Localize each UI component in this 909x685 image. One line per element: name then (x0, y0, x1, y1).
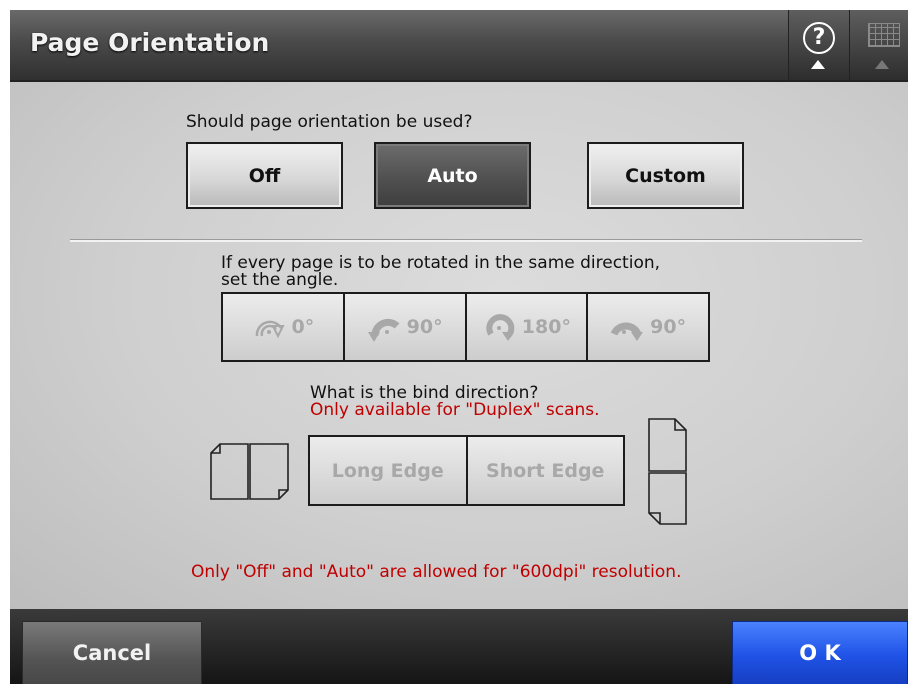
footer-bar: Cancel O K (10, 609, 908, 684)
rotate-0-button[interactable]: 0° (223, 294, 343, 360)
long-edge-button[interactable]: Long Edge (310, 437, 466, 504)
rotate-right-90-label: 90° (650, 316, 687, 338)
custom-button[interactable]: Custom (587, 142, 744, 209)
auto-button[interactable]: Auto (374, 142, 531, 209)
help-question-icon: ? (803, 22, 835, 54)
rotate-0-label: 0° (291, 316, 315, 338)
rotate-right-90-icon (610, 322, 644, 341)
cancel-button[interactable]: Cancel (22, 621, 202, 684)
help-arrow-icon (811, 60, 825, 69)
keyboard-button[interactable] (849, 10, 908, 80)
short-edge-bind-icon (648, 418, 687, 525)
keyboard-icon (868, 23, 900, 47)
resolution-warning: Only "Off" and "Auto" are allowed for "6… (191, 562, 682, 582)
help-button[interactable]: ? (788, 10, 849, 80)
section-divider (70, 239, 862, 242)
dialog-screen: Page Orientation ? Should page orientati… (10, 10, 908, 684)
rotation-angle-selector: 0° 90° 180° 90° (221, 292, 710, 362)
ok-button[interactable]: O K (732, 621, 908, 684)
bind-direction-selector: Long Edge Short Edge (308, 435, 625, 506)
rotate-right-90-button[interactable]: 90° (586, 294, 708, 360)
rotate-left-90-icon (367, 318, 400, 342)
rotate-180-label: 180° (521, 316, 571, 338)
page-title: Page Orientation (30, 28, 270, 57)
title-bar: Page Orientation ? (10, 10, 908, 82)
rotate-180-icon (486, 314, 515, 341)
rotate-180-button[interactable]: 180° (464, 294, 587, 360)
off-button[interactable]: Off (186, 142, 343, 209)
content-area: Should page orientation be used? Off Aut… (10, 82, 908, 609)
keyboard-arrow-icon (875, 60, 889, 69)
long-edge-bind-icon (210, 443, 289, 500)
rotation-instruction-line2: set the angle. (221, 270, 339, 290)
rotate-0-icon (255, 320, 285, 339)
rotate-left-90-label: 90° (406, 316, 443, 338)
short-edge-button[interactable]: Short Edge (465, 437, 623, 504)
orientation-question: Should page orientation be used? (186, 112, 473, 132)
duplex-note: Only available for "Duplex" scans. (310, 400, 600, 420)
rotate-left-90-button[interactable]: 90° (342, 294, 465, 360)
